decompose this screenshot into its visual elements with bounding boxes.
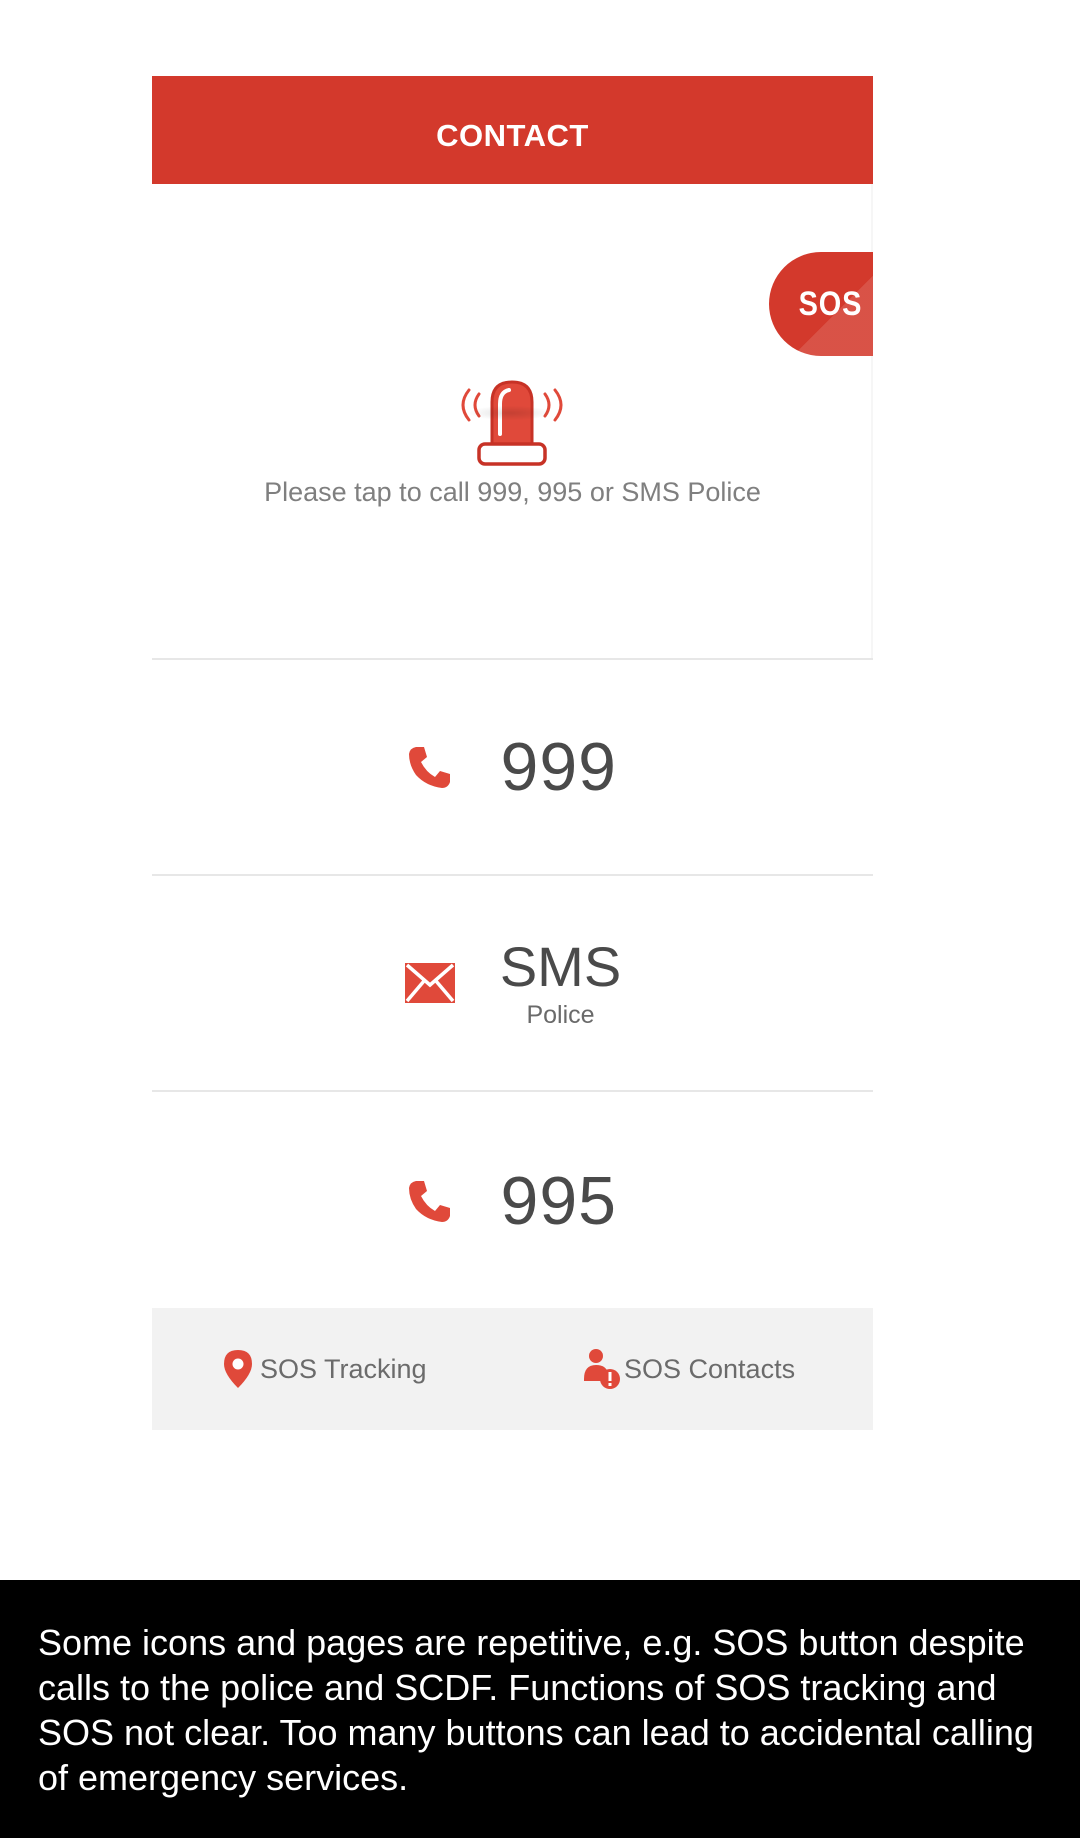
caption-box: Some icons and pages are repetitive, e.g…: [0, 1580, 1080, 1838]
header-bar: CONTACT: [152, 76, 873, 184]
sos-button-label: SOS: [798, 284, 862, 323]
page: CONTACT SOS Please tap to call 999, 995 …: [0, 0, 1080, 1838]
sms-police-text: SMS Police: [499, 934, 622, 1030]
sos-contacts-button[interactable]: SOS Contacts: [582, 1308, 795, 1430]
phone-icon: [405, 742, 455, 792]
call-999-label: 999: [500, 729, 617, 805]
call-instruction: Please tap to call 999, 995 or SMS Polic…: [264, 477, 761, 507]
phone-icon: [405, 1176, 455, 1226]
siren-shadow: [470, 406, 550, 420]
sms-sublabel: Police: [526, 1000, 595, 1029]
app-screen: CONTACT SOS Please tap to call 999, 995 …: [152, 76, 873, 1430]
sos-contacts-label: SOS Contacts: [624, 1353, 796, 1384]
call-995-button[interactable]: 995: [152, 1090, 873, 1310]
sos-tracking-button[interactable]: SOS Tracking: [218, 1308, 427, 1430]
page-title: CONTACT: [436, 118, 589, 153]
sms-police-button[interactable]: SMS Police: [152, 874, 873, 1090]
call-999-button[interactable]: 999: [152, 658, 873, 874]
person-alert-icon: [582, 1347, 622, 1391]
siren-icon: [461, 380, 563, 466]
sos-button[interactable]: SOS: [769, 252, 873, 356]
sos-tracking-label: SOS Tracking: [260, 1353, 427, 1384]
caption-text: Some icons and pages are repetitive, e.g…: [38, 1622, 1034, 1798]
location-pin-icon: [218, 1347, 258, 1391]
bottom-bar: SOS Tracking SOS Contacts: [152, 1308, 873, 1430]
emergency-hero: SOS Please tap to call 999, 995 or SMS P…: [152, 184, 873, 658]
envelope-icon: [404, 958, 455, 1008]
call-995-label: 995: [500, 1163, 617, 1239]
sms-label: SMS: [499, 934, 622, 998]
